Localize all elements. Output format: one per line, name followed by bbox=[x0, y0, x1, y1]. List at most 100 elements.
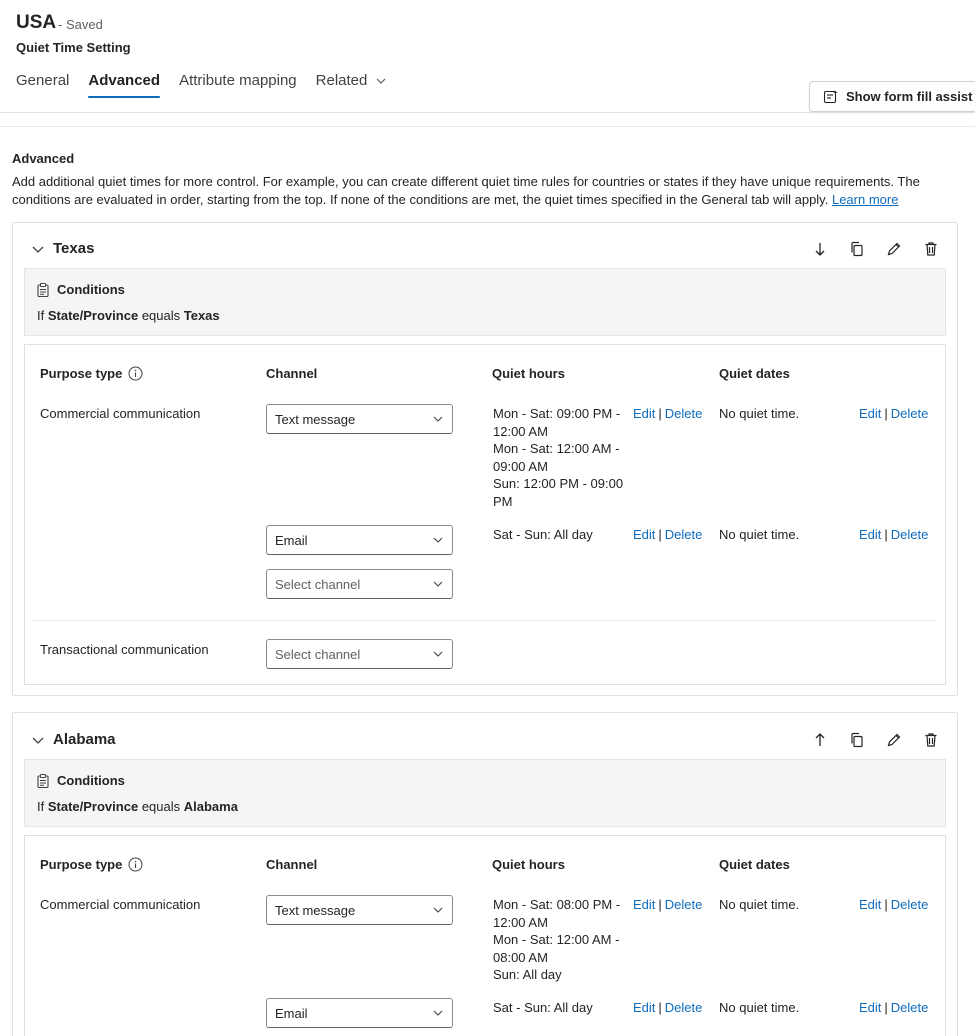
tab-general[interactable]: General bbox=[16, 72, 69, 98]
arrow-up-icon bbox=[815, 733, 824, 746]
tab-related[interactable]: Related bbox=[316, 72, 388, 98]
tab-advanced[interactable]: Advanced bbox=[88, 72, 160, 98]
purpose-type: Transactional communication bbox=[40, 642, 209, 657]
delete-quiet-hours-link[interactable]: Delete bbox=[665, 897, 703, 912]
channel-dropdown[interactable]: Text message bbox=[266, 895, 453, 925]
quiet-times-table bbox=[24, 835, 946, 1036]
quiet-hours-line: 12:00 AM bbox=[493, 423, 548, 439]
conditions-panel bbox=[24, 268, 946, 336]
quiet-dates-actions: Edit | Delete bbox=[859, 896, 928, 914]
channel-dropdown-value: Email bbox=[275, 532, 308, 548]
trash-icon bbox=[925, 733, 936, 747]
quiet-dates-value: No quiet time. bbox=[719, 406, 800, 421]
edit-quiet-hours-link[interactable]: Edit bbox=[633, 527, 655, 542]
conditions-label: Conditions bbox=[57, 282, 125, 297]
delete-quiet-dates-link[interactable]: Delete bbox=[891, 897, 929, 912]
quiet-hours-line: Mon - Sat: 09:00 PM - bbox=[493, 406, 621, 421]
quiet-hours-list: Mon - Sat: 09:00 PM - 12:00 AM Mon - Sat… bbox=[493, 405, 623, 510]
quiet-hours-line: Sat - Sun: All day bbox=[493, 1000, 593, 1015]
trash-icon bbox=[925, 242, 936, 256]
show-form-fill-assist-label: Show form fill assist bbox=[846, 89, 973, 104]
channel-dropdown[interactable]: Text message bbox=[266, 404, 453, 434]
channel-dropdown-value: Text message bbox=[275, 411, 356, 427]
quiet-dates-value: No quiet time. bbox=[719, 1000, 800, 1015]
info-icon[interactable] bbox=[128, 366, 143, 381]
edit-button[interactable] bbox=[875, 728, 912, 752]
card-title: Alabama bbox=[53, 731, 116, 748]
separator: | bbox=[658, 527, 662, 542]
edit-button[interactable] bbox=[875, 237, 912, 261]
quiet-hours-line: Sun: All day bbox=[493, 967, 562, 982]
channel-dropdown-value: Email bbox=[275, 1005, 308, 1021]
arrow-down-icon bbox=[815, 243, 824, 256]
purpose-type: Commercial communication bbox=[40, 897, 201, 912]
info-icon[interactable] bbox=[128, 857, 143, 872]
delete-quiet-hours-link[interactable]: Delete bbox=[665, 527, 703, 542]
chevron-down-icon bbox=[433, 907, 443, 913]
row-divider bbox=[32, 620, 937, 621]
chevron-down-icon bbox=[376, 78, 386, 84]
section-description-text: conditions are evaluated in order, start… bbox=[12, 192, 829, 207]
edit-quiet-hours-link[interactable]: Edit bbox=[633, 1000, 655, 1015]
conditions-header: Conditions bbox=[37, 773, 125, 788]
save-status: - Saved bbox=[58, 17, 103, 32]
edit-quiet-dates-link[interactable]: Edit bbox=[859, 527, 881, 542]
move-down-button[interactable] bbox=[801, 237, 838, 261]
card-title: Texas bbox=[53, 240, 95, 257]
channel-dropdown[interactable]: Email bbox=[266, 525, 453, 555]
move-up-button[interactable] bbox=[801, 728, 838, 752]
condition-if: If bbox=[37, 308, 45, 323]
column-header-quiet-dates: Quiet dates bbox=[719, 857, 790, 872]
edit-quiet-dates-link[interactable]: Edit bbox=[859, 1000, 881, 1015]
section-description: Add additional quiet times for more cont… bbox=[12, 173, 957, 209]
channel-dropdown[interactable]: Email bbox=[266, 998, 453, 1028]
edit-quiet-hours-link[interactable]: Edit bbox=[633, 897, 655, 912]
card-header-alabama[interactable]: Alabama bbox=[31, 731, 116, 748]
clipboard-icon bbox=[37, 282, 49, 297]
delete-quiet-dates-link[interactable]: Delete bbox=[891, 527, 929, 542]
learn-more-link[interactable]: Learn more bbox=[832, 192, 898, 207]
show-form-fill-assist-button[interactable]: Show form fill assist bbox=[809, 81, 975, 112]
separator: | bbox=[658, 897, 662, 912]
pencil-icon bbox=[887, 733, 900, 747]
condition-if: If bbox=[37, 799, 45, 814]
quiet-hours-line: Sun: 12:00 PM - 09:00 bbox=[493, 476, 624, 491]
select-channel-dropdown[interactable]: Select channel bbox=[266, 639, 453, 669]
delete-quiet-hours-link[interactable]: Delete bbox=[665, 1000, 703, 1015]
card-header-texas[interactable]: Texas bbox=[31, 240, 94, 257]
quiet-hours-actions: Edit | Delete bbox=[633, 405, 702, 423]
separator: | bbox=[884, 406, 888, 421]
tab-bar: General Advanced Attribute mapping Relat… bbox=[16, 72, 406, 98]
card-actions bbox=[801, 237, 949, 261]
chevron-down-icon[interactable] bbox=[31, 733, 45, 747]
separator: | bbox=[884, 897, 888, 912]
delete-quiet-dates-link[interactable]: Delete bbox=[891, 1000, 929, 1015]
column-header-quiet-dates: Quiet dates bbox=[719, 366, 790, 381]
chevron-down-icon bbox=[433, 1010, 443, 1016]
delete-quiet-hours-link[interactable]: Delete bbox=[665, 406, 703, 421]
quiet-dates-value: No quiet time. bbox=[719, 527, 800, 542]
delete-quiet-dates-link[interactable]: Delete bbox=[891, 406, 929, 421]
tab-attribute-mapping[interactable]: Attribute mapping bbox=[179, 72, 297, 98]
condition-operator: equals bbox=[141, 799, 181, 814]
chevron-down-icon[interactable] bbox=[31, 242, 45, 256]
delete-button[interactable] bbox=[912, 237, 949, 261]
quiet-hours-line: Sat - Sun: All day bbox=[493, 527, 593, 542]
copy-button[interactable] bbox=[838, 237, 875, 261]
header-divider bbox=[0, 112, 975, 113]
edit-quiet-hours-link[interactable]: Edit bbox=[633, 406, 655, 421]
quiet-hours-list: Mon - Sat: 08:00 PM - 12:00 AM Mon - Sat… bbox=[493, 896, 620, 984]
section-description-line-2: conditions are evaluated in order, start… bbox=[12, 191, 957, 209]
quiet-hours-line: Mon - Sat: 12:00 AM - bbox=[493, 441, 620, 456]
edit-quiet-dates-link[interactable]: Edit bbox=[859, 897, 881, 912]
copy-button[interactable] bbox=[838, 728, 875, 752]
quiet-hours-actions: Edit | Delete bbox=[633, 526, 702, 544]
section-title: Advanced bbox=[12, 151, 75, 166]
delete-button[interactable] bbox=[912, 728, 949, 752]
quiet-hours-actions: Edit | Delete bbox=[633, 999, 702, 1017]
edit-quiet-dates-link[interactable]: Edit bbox=[859, 406, 881, 421]
select-channel-dropdown[interactable]: Select channel bbox=[266, 569, 453, 599]
quiet-hours-line: Mon - Sat: 08:00 PM - bbox=[493, 897, 621, 912]
condition-field: State/Province bbox=[47, 799, 139, 814]
column-header-channel: Channel bbox=[266, 857, 318, 872]
